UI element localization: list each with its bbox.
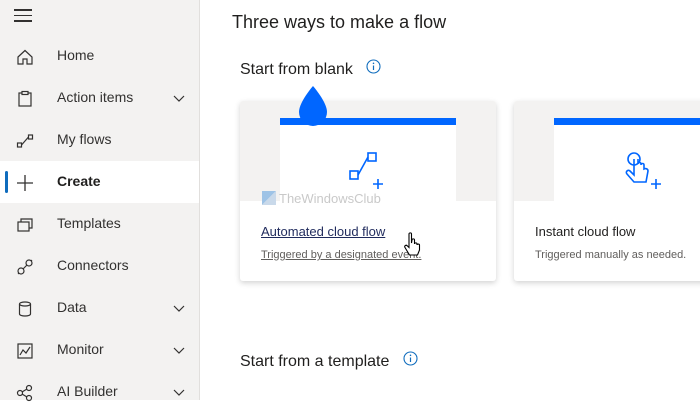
clipboard-icon [18,90,32,107]
chevron-down-icon[interactable] [172,343,186,357]
section-start-from-blank: Start from blank [240,61,353,78]
left-nav: Home Action items My flows Create Templa… [0,0,200,402]
section-start-from-template: Start from a template [240,353,390,370]
card-subtitle: Triggered by a designated event. [261,249,422,261]
watermark-text: TheWindowsClub [279,191,381,206]
plus-icon [17,175,33,191]
info-icon[interactable] [403,351,418,366]
nav-item-home[interactable]: Home [0,35,199,77]
home-icon [17,49,33,65]
chevron-down-icon[interactable] [172,91,186,105]
card-subtitle: Triggered manually as needed. [535,249,687,261]
watermark: TheWindowsClub [262,191,381,206]
connector-icon [17,259,33,275]
nav-label: Create [57,173,101,189]
page-title: Three ways to make a flow [232,12,447,32]
nav-item-templates[interactable]: Templates [0,203,199,245]
templates-icon [17,218,33,232]
automated-flow-icon [349,152,383,189]
nav-label: Templates [57,215,121,231]
card-title[interactable]: Automated cloud flow [261,224,385,239]
ai-builder-icon [16,384,33,402]
nav-label: My flows [57,131,112,147]
nav-label: Home [57,47,95,63]
drop-badge-icon [299,86,327,126]
nav-item-action-items[interactable]: Action items [0,77,199,119]
instant-cloud-flow-card[interactable]: Instant cloud flow Triggered manually as… [514,101,700,281]
card-title[interactable]: Instant cloud flow [535,224,635,239]
active-indicator [5,171,8,193]
nav-item-my-flows[interactable]: My flows [0,119,199,161]
database-icon [18,301,32,317]
nav-label: Monitor [57,341,104,357]
nav-item-connectors[interactable]: Connectors [0,245,199,287]
nav-label: AI Builder [57,383,118,399]
nav-item-monitor[interactable]: Monitor [0,329,199,371]
nav-item-create[interactable]: Create [0,161,199,203]
chevron-down-icon[interactable] [172,301,186,315]
chevron-down-icon[interactable] [172,385,186,399]
hamburger-menu-icon[interactable] [14,9,34,23]
nav-label: Connectors [57,257,129,273]
hand-cursor-icon [404,232,421,256]
nav-label: Action items [57,89,134,105]
nav-item-ai-builder[interactable]: AI Builder [0,371,199,413]
monitor-icon [17,343,33,359]
main-content: Three ways to make a flow Start from bla… [200,0,700,400]
nav-label: Data [57,299,87,315]
flow-icon [16,134,34,148]
info-icon[interactable] [366,59,381,74]
watermark-logo-icon [262,191,276,205]
nav-item-data[interactable]: Data [0,287,199,329]
touch-hand-icon [625,152,661,189]
